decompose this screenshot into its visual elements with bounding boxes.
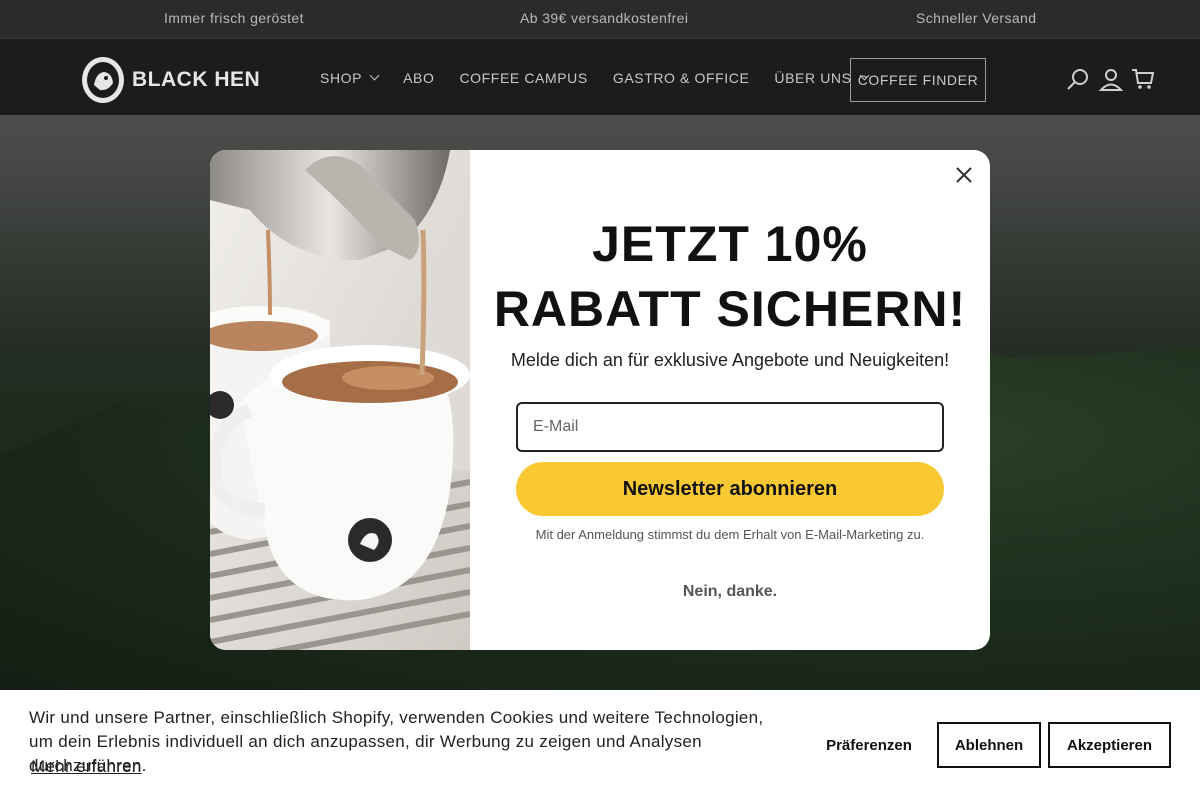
nav-item-shop[interactable]: SHOP: [320, 70, 380, 86]
nav-label: ÜBER UNS: [774, 70, 852, 86]
popup-headline: JETZT 10% RABATT SICHERN!: [470, 212, 990, 342]
subscribe-button[interactable]: Newsletter abonnieren: [516, 462, 944, 516]
cookie-banner: Wir und unsere Partner, einschließlich S…: [0, 690, 1200, 800]
headline-line: JETZT 10%: [592, 216, 868, 272]
nav-item-abo[interactable]: ABO: [403, 70, 434, 86]
nav-label: COFFEE CAMPUS: [459, 70, 588, 86]
popup-content: JETZT 10% RABATT SICHERN! Melde dich an …: [470, 150, 990, 650]
logo[interactable]: BLACK HEN: [82, 57, 260, 103]
espresso-photo: [210, 150, 470, 650]
email-field[interactable]: [516, 402, 944, 452]
nav-label: SHOP: [320, 70, 363, 86]
decline-popup-link[interactable]: Nein, danke.: [470, 583, 990, 601]
newsletter-popup: JETZT 10% RABATT SICHERN! Melde dich an …: [210, 150, 990, 650]
accept-cookies-button[interactable]: Akzeptieren: [1048, 722, 1171, 768]
cart-icon[interactable]: [1131, 67, 1155, 91]
site-header: BLACK HEN SHOP ABO COFFEE CAMPUS GASTRO …: [0, 39, 1200, 115]
popup-subtitle: Melde dich an für exklusive Angebote und…: [510, 350, 950, 370]
coffee-finder-button[interactable]: COFFEE FINDER: [850, 58, 986, 102]
chevron-down-icon: [369, 70, 380, 81]
announcement-item: Immer frisch geröstet: [164, 10, 304, 26]
announcement-item: Ab 39€ versandkostenfrei: [520, 10, 689, 26]
hen-logo-icon: [82, 57, 124, 103]
close-icon[interactable]: [952, 163, 976, 187]
decline-cookies-button[interactable]: Ablehnen: [937, 722, 1041, 768]
nav-item-gastro-office[interactable]: GASTRO & OFFICE: [613, 70, 750, 86]
legal-notice: Mit der Anmeldung stimmst du dem Erhalt …: [535, 527, 925, 542]
announcement-bar: Immer frisch geröstet Ab 39€ versandkost…: [0, 0, 1200, 39]
search-icon[interactable]: [1066, 67, 1090, 91]
nav-label: ABO: [403, 70, 435, 86]
headline-line: RABATT SICHERN!: [493, 281, 967, 337]
nav-label: GASTRO & OFFICE: [612, 70, 750, 86]
logo-text: BLACK HEN: [132, 68, 261, 91]
account-icon[interactable]: [1099, 67, 1123, 91]
announcement-item: Schneller Versand: [916, 10, 1037, 26]
cookie-text: Wir und unsere Partner, einschließlich S…: [29, 708, 764, 775]
preferences-button[interactable]: Präferenzen: [813, 722, 925, 768]
learn-more-link[interactable]: Mehr erfahren: [31, 757, 142, 777]
nav-item-coffee-campus[interactable]: COFFEE CAMPUS: [459, 70, 587, 86]
main-nav: SHOP ABO COFFEE CAMPUS GASTRO & OFFICE Ü…: [320, 70, 893, 86]
